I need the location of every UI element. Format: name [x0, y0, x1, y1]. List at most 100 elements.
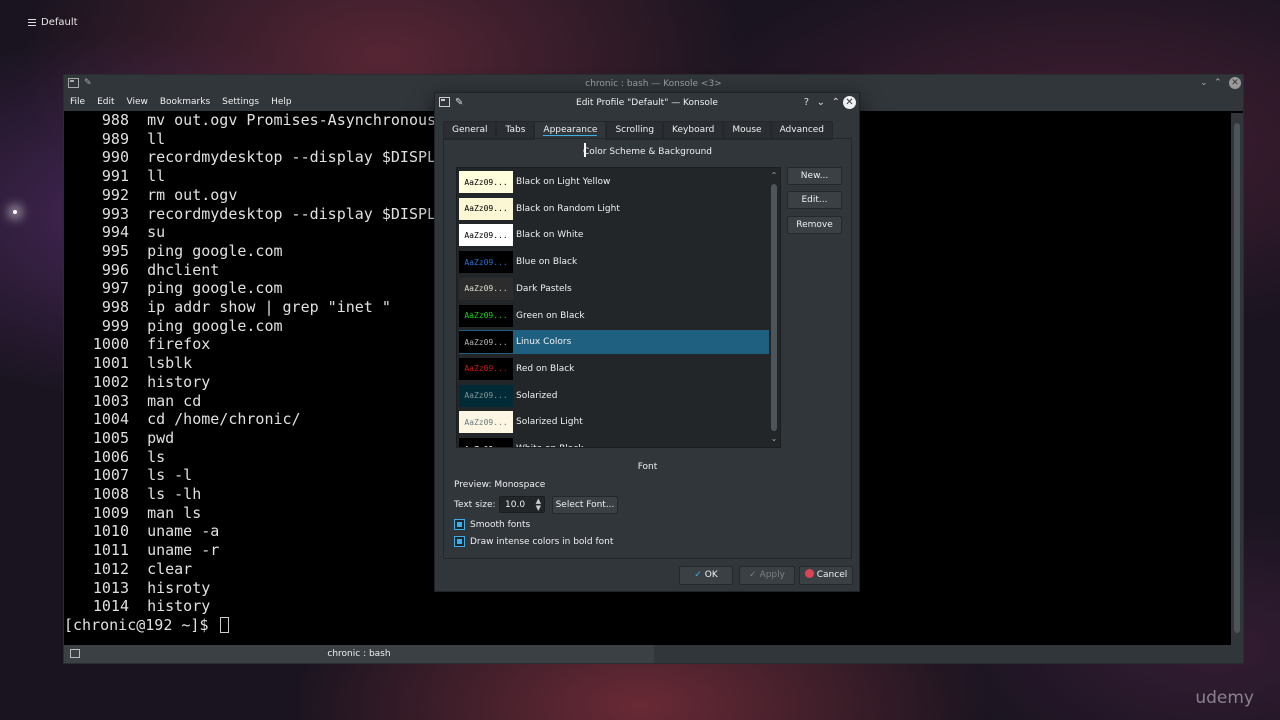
history-command: rm out.ogv: [147, 185, 238, 204]
scheme-item[interactable]: AaZz09... Dark Pastels: [459, 277, 769, 301]
scheme-item[interactable]: AaZz09...White on Black: [459, 437, 769, 447]
konsole-titlebar[interactable]: ✎ chronic : bash — Konsole <3> ⌄ ⌃ ✕: [64, 75, 1243, 93]
scheme-item[interactable]: AaZz09... Black on White: [459, 223, 769, 247]
scrollbar-thumb[interactable]: [1234, 123, 1240, 633]
history-command: pwd: [147, 428, 175, 447]
history-number: 1008: [92, 485, 129, 504]
history-command: history: [147, 597, 211, 616]
minimize-icon[interactable]: ⌄: [817, 97, 825, 108]
close-icon[interactable]: ✕: [1229, 77, 1241, 89]
edit-profile-dialog: ✎ Edit Profile "Default" — Konsole ? ⌄ ⌃…: [434, 92, 860, 592]
session-tab[interactable]: chronic : bash: [64, 645, 654, 663]
scheme-name: Linux Colors: [516, 337, 572, 348]
smooth-fonts-checkbox[interactable]: Smooth fonts: [454, 519, 530, 530]
menu-edit[interactable]: Edit: [97, 93, 120, 111]
history-command: ll: [147, 167, 166, 186]
scheme-item[interactable]: AaZz09... Black on Random Light: [459, 197, 769, 221]
history-command: ll: [147, 129, 166, 148]
scheme-name: White on Black: [516, 444, 583, 447]
checkbox-checked-icon[interactable]: [454, 519, 465, 530]
scheme-name: Solarized: [516, 390, 558, 401]
bold-intense-label: Draw intense colors in bold font: [470, 536, 614, 547]
scheme-swatch: AaZz09...: [459, 277, 513, 300]
spinner-arrows-icon[interactable]: ▲ ▼: [536, 498, 541, 512]
scheme-swatch: AaZz09...: [459, 357, 513, 380]
scheme-name: Blue on Black: [516, 257, 578, 268]
maximize-icon[interactable]: ⌃: [832, 97, 840, 108]
prompt-text: [chronic@192 ~]$: [64, 615, 218, 634]
scheme-swatch: AaZz09...: [459, 411, 513, 434]
checkbox-checked-icon[interactable]: [454, 536, 465, 547]
menu-bookmarks[interactable]: Bookmarks: [160, 93, 216, 111]
history-number: 1010: [92, 522, 129, 541]
scheme-list-scrollbar[interactable]: ⌃ ⌄: [770, 170, 778, 445]
terminal-scrollbar[interactable]: [1231, 113, 1243, 645]
scheme-swatch: AaZz09...: [459, 224, 513, 247]
font-heading: Font: [637, 462, 658, 472]
edit-scheme-button[interactable]: Edit...: [787, 191, 842, 209]
history-number: 1009: [92, 503, 129, 522]
history-number: 993: [101, 204, 129, 223]
prompt-line[interactable]: [chronic@192 ~]$: [64, 616, 1231, 634]
scheme-item[interactable]: AaZz09... Red on Black: [459, 357, 769, 381]
scheme-item[interactable]: AaZz09... Black on Light Yellow: [459, 170, 769, 194]
remove-scheme-button[interactable]: Remove: [787, 216, 842, 234]
history-line: 1014 history: [64, 597, 1231, 616]
history-number: 1003: [92, 391, 129, 410]
close-icon[interactable]: ✕: [843, 96, 856, 109]
history-command: cd /home/chronic/: [147, 410, 301, 429]
history-number: 1013: [92, 578, 129, 597]
history-number: 991: [101, 167, 129, 186]
scheme-item[interactable]: AaZz09... Blue on Black: [459, 250, 769, 274]
chevron-down-icon[interactable]: ⌄: [770, 435, 778, 443]
color-scheme-heading: Color Scheme & Background: [583, 147, 712, 157]
history-number: 1011: [92, 541, 129, 560]
terminal-icon: [70, 649, 80, 658]
bold-intense-checkbox[interactable]: Draw intense colors in bold font: [454, 536, 613, 547]
ok-button[interactable]: ✓ OK: [679, 566, 733, 585]
history-number: 1014: [92, 597, 129, 616]
menu-file[interactable]: File: [70, 93, 91, 111]
scheme-item[interactable]: AaZz09... Solarized: [459, 384, 769, 408]
dialog-titlebar[interactable]: ✎ Edit Profile "Default" — Konsole ? ⌄ ⌃…: [435, 93, 859, 113]
konsole-tabbar: chronic : bash: [64, 645, 1243, 663]
scrollbar-thumb[interactable]: [771, 184, 777, 431]
history-command: su: [147, 223, 166, 242]
new-scheme-button[interactable]: New...: [787, 167, 842, 185]
apply-button[interactable]: ✓ Apply: [739, 566, 795, 585]
menu-view[interactable]: View: [127, 93, 154, 111]
scheme-name: Red on Black: [516, 363, 575, 374]
scheme-item[interactable]: AaZz09... Green on Black: [459, 304, 769, 328]
history-number: 1004: [92, 410, 129, 429]
history-number: 996: [101, 260, 129, 279]
scheme-item[interactable]: AaZz09... Solarized Light: [459, 410, 769, 434]
watermark: udemy: [1195, 688, 1254, 708]
dialog-title: Edit Profile "Default" — Konsole: [576, 98, 718, 108]
chevron-up-icon[interactable]: ⌃: [770, 172, 778, 180]
text-size-label: Text size:: [454, 500, 496, 510]
scheme-swatch: AaZz09...: [459, 171, 513, 193]
maximize-icon[interactable]: ⌃: [1214, 78, 1225, 88]
history-command: ip addr show | grep "inet ": [147, 298, 391, 317]
scheme-name: Black on Random Light: [516, 203, 620, 214]
minimize-icon[interactable]: ⌄: [1200, 78, 1211, 88]
history-number: 1001: [92, 354, 129, 373]
history-number: 992: [101, 185, 129, 204]
scheme-swatch: AaZz09...: [459, 438, 513, 447]
appearance-panel: Color Scheme & Background AaZz09... Black…: [443, 138, 852, 559]
select-font-button[interactable]: Select Font...: [552, 496, 618, 514]
menu-help[interactable]: Help: [271, 93, 298, 111]
history-command: ls -lh: [147, 485, 202, 504]
scheme-name: Green on Black: [516, 310, 585, 321]
history-command: uname -a: [147, 522, 220, 541]
color-scheme-list[interactable]: AaZz09... Black on Light Yellow AaZz09... B…: [456, 167, 781, 448]
desktop-menu-button[interactable]: Default: [28, 17, 78, 28]
scheme-swatch: AaZz09...: [459, 384, 513, 407]
help-icon[interactable]: ?: [804, 97, 809, 108]
text-size-spinbox[interactable]: 10.0 ▲ ▼: [499, 496, 545, 513]
history-command: man ls: [147, 503, 202, 522]
history-command: ls: [147, 447, 166, 466]
scheme-item[interactable]: AaZz09... Linux Colors: [459, 330, 769, 355]
menu-settings[interactable]: Settings: [222, 93, 265, 111]
cancel-button[interactable]: Cancel: [799, 566, 853, 585]
